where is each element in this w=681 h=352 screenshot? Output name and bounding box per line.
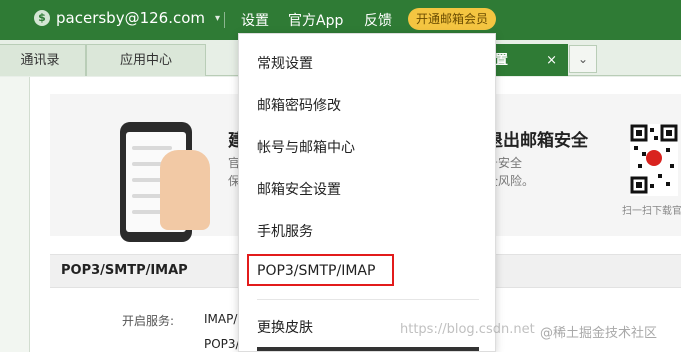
vip-upgrade-button[interactable]: 开通邮箱会员 — [408, 8, 497, 30]
menu-divider — [257, 299, 479, 300]
chevron-down-icon: ▾ — [215, 12, 221, 24]
menu-item-mobile[interactable]: 手机服务 — [257, 221, 313, 241]
tab-contacts[interactable]: 通讯录 — [0, 44, 86, 76]
close-icon[interactable]: × — [546, 45, 557, 77]
account-icon: $ — [34, 10, 50, 26]
qr-caption: 扫一扫下载官 — [622, 206, 681, 217]
settings-link[interactable]: 设置 — [241, 10, 269, 30]
qr-code — [630, 124, 678, 196]
account-email: pacersby@126.com — [56, 9, 206, 27]
left-sidebar — [0, 77, 30, 352]
feedback-link[interactable]: 反馈 — [364, 10, 392, 30]
watermark-url: https://blog.csdn.net — [400, 322, 535, 337]
menu-item-password[interactable]: 邮箱密码修改 — [257, 95, 341, 115]
settings-dropdown-menu: 常规设置 邮箱密码修改 帐号与邮箱中心 邮箱安全设置 手机服务 POP3/SMT… — [238, 33, 496, 352]
watermark-text: @稀土掘金技术社区 — [540, 326, 658, 341]
menu-item-account-center[interactable]: 帐号与邮箱中心 — [257, 137, 355, 157]
section-title: POP3/SMTP/IMAP — [61, 263, 188, 278]
tab-app-center[interactable]: 应用中心 — [86, 44, 206, 76]
service-pop3: POP3/ — [204, 337, 240, 351]
account-switcher[interactable]: $ pacersby@126.com ▾ — [34, 9, 220, 27]
menu-item-security[interactable]: 邮箱安全设置 — [257, 179, 341, 199]
highlight-box — [247, 254, 394, 286]
tab-settings-label: 置 — [495, 53, 509, 68]
official-app-link[interactable]: 官方App — [288, 10, 343, 30]
divider — [224, 12, 225, 28]
menu-item-general-settings[interactable]: 常规设置 — [257, 53, 313, 73]
tab-more-button[interactable]: ⌄ — [569, 45, 597, 73]
service-label: 开启服务: — [122, 314, 175, 328]
banner-title-right: 退出邮箱安全 — [486, 131, 588, 151]
menu-footer-bar — [257, 347, 479, 351]
hand-illustration — [160, 150, 210, 230]
menu-item-skin[interactable]: 更换皮肤 — [257, 317, 313, 337]
service-imap: IMAP/ — [204, 312, 238, 326]
